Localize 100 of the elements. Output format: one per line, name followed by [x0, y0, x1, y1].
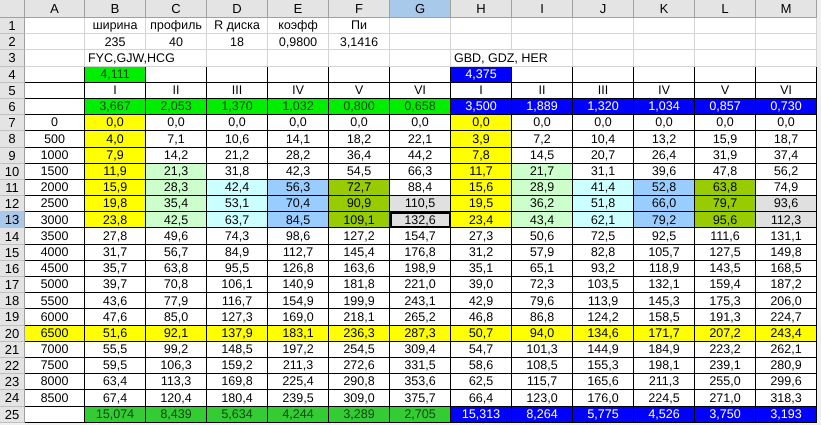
table-cell: VI [756, 82, 817, 99]
table-cell: 243,4 [756, 326, 817, 342]
table-cell: 176,8 [390, 244, 451, 261]
table-cell: 198,1 [634, 358, 695, 374]
table-cell: 262,1 [756, 342, 817, 358]
row-header[interactable]: 4 [0, 66, 25, 83]
table-cell: 309,0 [329, 390, 390, 406]
table-cell: 169,8 [207, 374, 268, 390]
table-cell: 0,0 [756, 115, 817, 132]
column-header[interactable]: I [512, 0, 573, 18]
column-header[interactable]: M [756, 0, 817, 18]
row-header[interactable]: 3 [0, 50, 25, 67]
table-cell: 154,7 [390, 228, 451, 245]
row-header[interactable]: 18 [0, 293, 25, 310]
table-cell: 8,264 [512, 406, 573, 423]
table-cell: 127,2 [329, 228, 390, 245]
table-cell: 18,7 [756, 131, 817, 148]
row-header[interactable]: 11 [0, 180, 25, 196]
row-header[interactable]: 19 [0, 309, 25, 326]
row-header[interactable]: 21 [0, 342, 25, 358]
column-header[interactable]: G [390, 0, 451, 18]
row-header[interactable]: 2 [0, 34, 25, 50]
column-header[interactable]: L [695, 0, 756, 18]
row-header[interactable]: 12 [0, 196, 25, 212]
table-cell: 55,5 [85, 342, 146, 358]
table-cell: GBD, GDZ, HER [451, 50, 573, 67]
table-cell: 98,6 [268, 228, 329, 245]
table-cell: 287,3 [390, 326, 451, 342]
table-cell: I [85, 82, 146, 99]
column-header[interactable]: C [146, 0, 207, 18]
table-cell: 120,4 [146, 390, 207, 406]
table-cell: 1,889 [512, 98, 573, 116]
table-cell: 1,032 [268, 98, 329, 116]
table-cell: 126,8 [268, 260, 329, 277]
row-header[interactable]: 25 [0, 406, 25, 423]
table-cell: 163,6 [329, 260, 390, 277]
table-cell: 15,6 [451, 180, 512, 196]
row-header[interactable]: 22 [0, 358, 25, 374]
table-cell: 79,2 [634, 212, 695, 228]
table-cell: 79,7 [695, 196, 756, 212]
table-cell: 4,375 [451, 66, 512, 83]
row-header[interactable]: 1 [0, 18, 25, 34]
table-cell: 22,1 [390, 131, 451, 148]
table-cell: 254,5 [329, 342, 390, 358]
column-header[interactable]: H [451, 0, 512, 18]
table-cell: 0,658 [390, 98, 451, 116]
table-cell: 118,9 [634, 260, 695, 277]
column-header[interactable]: K [634, 0, 695, 18]
row-header[interactable]: 9 [0, 148, 25, 164]
table-cell: 51,6 [85, 326, 146, 342]
row-header[interactable]: 16 [0, 260, 25, 277]
table-cell: 14,1 [268, 131, 329, 148]
table-cell: 7,1 [146, 131, 207, 148]
row-header[interactable]: 24 [0, 390, 25, 406]
select-all-corner[interactable] [0, 0, 25, 18]
column-header[interactable]: B [85, 0, 146, 18]
table-cell: 175,3 [695, 293, 756, 310]
row-header[interactable]: 15 [0, 244, 25, 261]
table-cell: 280,9 [756, 358, 817, 374]
table-cell: 63,4 [85, 374, 146, 390]
table-cell: 47,6 [85, 309, 146, 326]
table-cell: 211,3 [634, 374, 695, 390]
row-header[interactable]: 13 [0, 212, 25, 228]
row-header[interactable]: 6 [0, 98, 25, 116]
table-cell: 271,0 [695, 390, 756, 406]
table-cell: 168,5 [756, 260, 817, 277]
row-header[interactable]: 8 [0, 131, 25, 148]
row-header[interactable]: 14 [0, 228, 25, 245]
row-header[interactable]: 20 [0, 326, 25, 342]
row-header[interactable]: 7 [0, 115, 25, 132]
table-cell: 4,244 [268, 406, 329, 423]
table-cell: 31,1 [573, 164, 634, 180]
column-header[interactable]: A [25, 0, 85, 18]
column-header[interactable]: E [268, 0, 329, 18]
table-cell: 7500 [25, 358, 85, 374]
table-cell: 132,1 [634, 277, 695, 294]
table-cell: 56,2 [756, 164, 817, 180]
row-header[interactable]: 5 [0, 82, 25, 99]
table-cell: 28,2 [268, 148, 329, 164]
table-cell: 23,4 [451, 212, 512, 228]
table-cell: 86,8 [512, 309, 573, 326]
row-header[interactable]: 17 [0, 277, 25, 294]
column-header[interactable]: F [329, 0, 390, 18]
table-cell: 93,6 [756, 196, 817, 212]
table-cell: 0,0 [329, 115, 390, 132]
column-header[interactable]: D [207, 0, 268, 18]
table-cell: 41,4 [573, 180, 634, 196]
table-cell: 176,0 [573, 390, 634, 406]
table-cell: FYC,GJW,HCG [85, 50, 207, 67]
table-cell: 84,9 [207, 244, 268, 261]
table-cell: 0,0 [207, 115, 268, 132]
table-cell: 318,3 [756, 390, 817, 406]
table-cell: 4,526 [634, 406, 695, 423]
table-cell: 72,3 [512, 277, 573, 294]
table-cell: 169,0 [268, 309, 329, 326]
table-cell: 309,4 [390, 342, 451, 358]
table-cell: 7,2 [512, 131, 573, 148]
row-header[interactable]: 10 [0, 164, 25, 180]
column-header[interactable]: J [573, 0, 634, 18]
row-header[interactable]: 23 [0, 374, 25, 390]
